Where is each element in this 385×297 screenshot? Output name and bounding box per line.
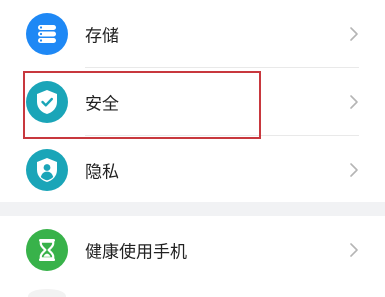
settings-item-label: 存储 <box>85 26 119 47</box>
privacy-icon <box>26 149 68 191</box>
chevron-right-icon <box>349 26 359 42</box>
hourglass-icon <box>26 229 68 271</box>
settings-item-privacy[interactable]: 隐私 <box>0 136 385 204</box>
storage-icon <box>26 13 68 55</box>
group-separator <box>0 202 385 216</box>
partial-item-icon <box>28 289 66 297</box>
settings-item-label: 隐私 <box>85 162 119 183</box>
chevron-right-icon <box>349 242 359 258</box>
settings-item-label: 健康使用手机 <box>85 242 187 263</box>
chevron-right-icon <box>349 94 359 110</box>
settings-item-partial[interactable] <box>0 283 385 297</box>
settings-item-label: 安全 <box>85 94 119 115</box>
security-shield-icon <box>26 81 68 123</box>
settings-item-digital-balance[interactable]: 健康使用手机 <box>0 216 385 284</box>
chevron-right-icon <box>349 162 359 178</box>
settings-screen: 存储 安全 隐私 健康使用手机 <box>0 0 385 297</box>
settings-item-security[interactable]: 安全 <box>0 68 385 136</box>
settings-item-storage[interactable]: 存储 <box>0 0 385 68</box>
